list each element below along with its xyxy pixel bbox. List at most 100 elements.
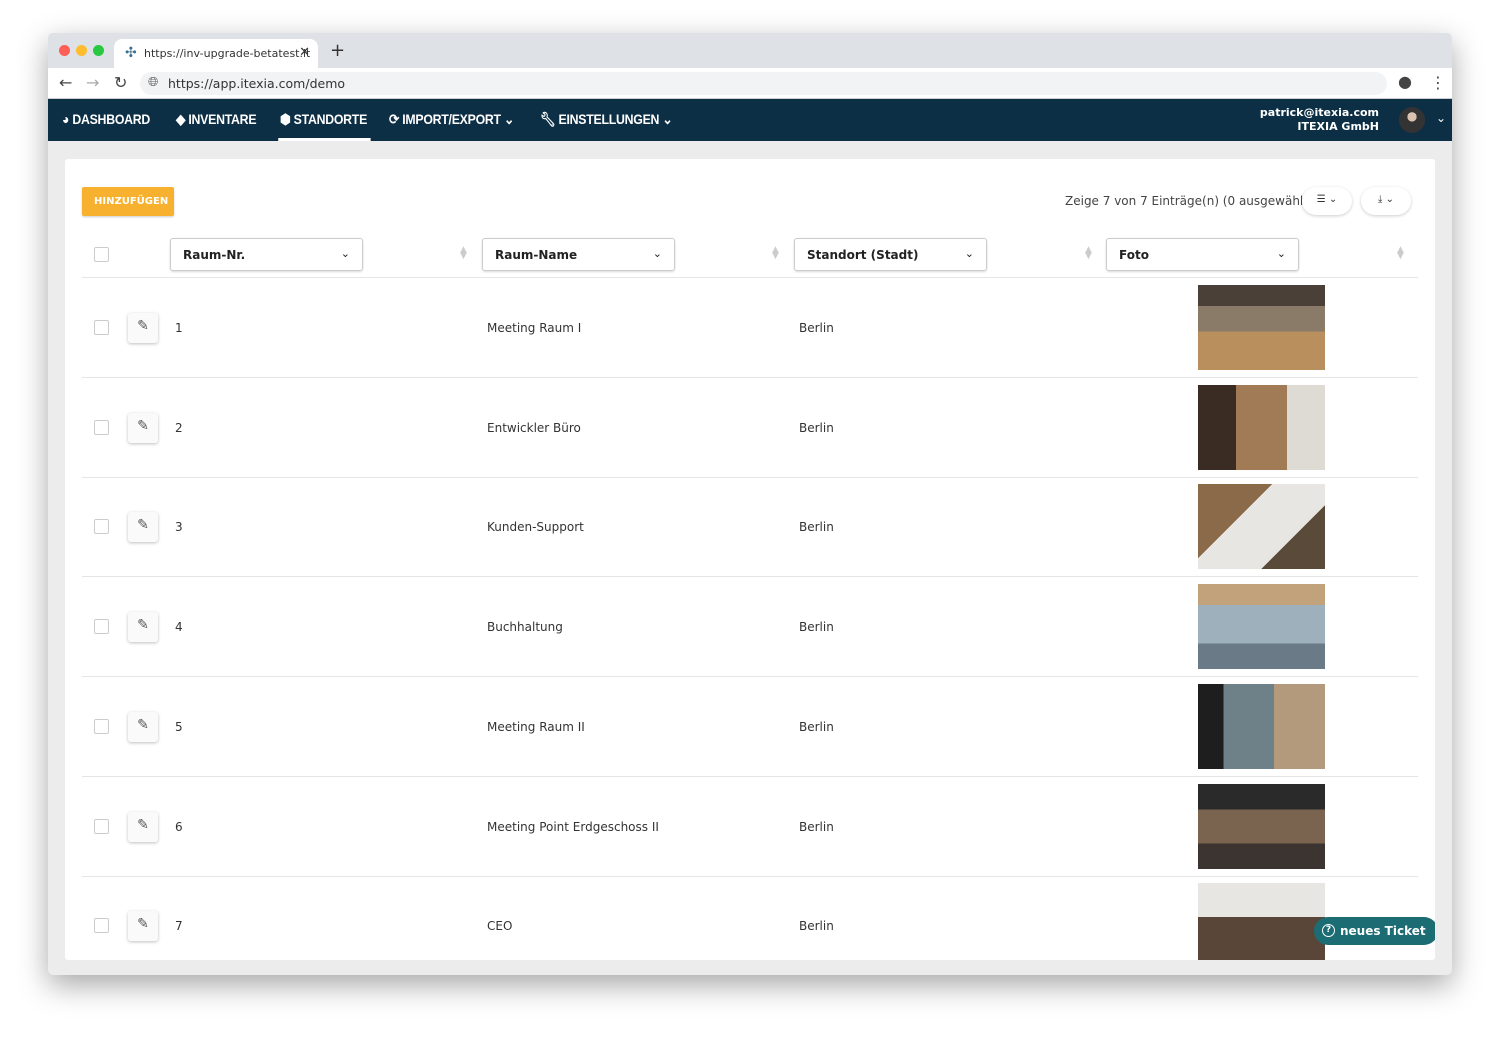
url-text: https://app.itexia.com/demo [168, 76, 346, 91]
room-number: 2 [175, 420, 183, 435]
row-checkbox[interactable] [94, 718, 109, 734]
room-name: Meeting Raum II [487, 719, 585, 734]
row-checkbox[interactable] [94, 918, 109, 934]
select-all-checkbox[interactable] [94, 247, 109, 262]
filter-foto[interactable]: Foto ⌄ [1106, 238, 1299, 271]
edit-button[interactable]: ✎ [128, 811, 158, 842]
avatar[interactable] [1399, 107, 1425, 133]
row-checkbox[interactable] [94, 419, 109, 435]
chevron-down-icon: ⌄ [659, 111, 673, 127]
room-number: 5 [175, 719, 183, 734]
help-icon: ? [1322, 924, 1335, 937]
room-photo[interactable] [1198, 783, 1325, 869]
room-photo[interactable] [1198, 384, 1325, 470]
room-name: Entwickler Büro [487, 420, 581, 435]
maximize-window-button[interactable] [93, 45, 104, 56]
city: Berlin [799, 719, 834, 734]
chevron-down-icon: ⌄ [340, 247, 350, 260]
room-number: 7 [175, 919, 183, 934]
nav-label: STANDORTE [293, 111, 368, 127]
room-photo[interactable] [1198, 883, 1325, 960]
edit-button[interactable]: ✎ [128, 711, 158, 742]
menu-icon[interactable]: ⋮ [1430, 73, 1446, 92]
filter-raum-nr[interactable]: Raum-Nr. ⌄ [170, 238, 363, 271]
row-checkbox[interactable] [94, 519, 109, 535]
room-photo[interactable] [1198, 584, 1325, 670]
nav-standorte[interactable]: ⬢ STANDORTE [278, 111, 371, 141]
pencil-icon: ✎ [137, 716, 149, 733]
pencil-icon: ✎ [137, 617, 149, 634]
table-row: ✎ 4 Buchhaltung Berlin [65, 577, 1435, 678]
cube-icon: ⬢ [280, 111, 294, 127]
close-window-button[interactable] [59, 45, 70, 56]
favicon-icon: ✣ [125, 45, 137, 61]
new-tab-button[interactable]: + [330, 40, 345, 61]
filter-raum-name[interactable]: Raum-Name ⌄ [482, 238, 675, 271]
user-email: patrick@itexia.com [1259, 106, 1379, 119]
nav-label: EINSTELLUNGEN [558, 111, 660, 127]
column-toggle-button[interactable]: ☰ ⌄ [1302, 187, 1352, 215]
city: Berlin [799, 919, 834, 934]
edit-button[interactable]: ✎ [128, 512, 158, 543]
back-icon[interactable]: ← [59, 73, 72, 92]
room-name: CEO [487, 919, 513, 934]
edit-button[interactable]: ✎ [128, 911, 158, 942]
sort-icon[interactable]: ▲ ▼ [772, 246, 779, 261]
add-button[interactable]: HINZUFÜGEN [82, 187, 174, 216]
filter-standort[interactable]: Standort (Stadt) ⌄ [794, 238, 987, 271]
edit-button[interactable]: ✎ [128, 412, 158, 443]
column-label: Standort (Stadt) [807, 248, 919, 262]
sort-icon[interactable]: ▲ ▼ [460, 246, 467, 261]
row-checkbox[interactable] [94, 619, 109, 635]
main-nav: ◕ DASHBOARD ◆ INVENTARE ⬢ STANDORTE ⟳ IM… [48, 99, 1452, 141]
room-number: 3 [175, 520, 183, 535]
url-input[interactable]: 🌐︎ https://app.itexia.com/demo [140, 72, 1387, 95]
sort-icon[interactable]: ▲ ▼ [1397, 246, 1404, 261]
room-photo[interactable] [1198, 285, 1325, 370]
chevron-down-icon: ⌄ [500, 111, 515, 127]
table-row: ✎ 1 Meeting Raum I Berlin [65, 278, 1435, 378]
profile-icon[interactable]: ● [1398, 72, 1412, 91]
pencil-icon: ✎ [137, 816, 149, 833]
edit-button[interactable]: ✎ [128, 612, 158, 643]
pencil-icon: ✎ [137, 517, 149, 534]
wrench-icon: 🔧︎ [540, 111, 559, 127]
minimize-window-button[interactable] [76, 45, 87, 56]
city: Berlin [799, 321, 834, 335]
browser-tab[interactable]: ✣ https://inv-upgrade-betatest.it ✕ [114, 39, 318, 68]
user-info[interactable]: patrick@itexia.com ITEXIA GmbH [1260, 106, 1379, 134]
chevron-down-icon[interactable]: ⌄ [1436, 111, 1446, 125]
new-ticket-button[interactable]: ? neues Ticket [1314, 917, 1435, 945]
ticket-label: neues Ticket [1340, 924, 1426, 938]
table-row: ✎ 7 CEO Berlin [65, 876, 1435, 960]
table-row: ✎ 6 Meeting Point Erdgeschoss II Berlin [65, 777, 1435, 877]
nav-einstellungen[interactable]: 🔧︎ EINSTELLUNGEN ⌄ [540, 111, 673, 128]
close-tab-icon[interactable]: ✕ [299, 45, 310, 60]
nav-label: DASHBOARD [72, 111, 151, 127]
sort-icon[interactable]: ▲ ▼ [1085, 246, 1092, 261]
reload-icon[interactable]: ↻ [114, 73, 127, 92]
globe-icon: 🌐︎ [148, 75, 159, 90]
nav-import-export[interactable]: ⟳ IMPORT/EXPORT ⌄ [389, 111, 514, 128]
nav-dashboard[interactable]: ◕ DASHBOARD [62, 111, 150, 127]
city: Berlin [799, 420, 834, 435]
city: Berlin [799, 620, 834, 635]
pencil-icon: ✎ [137, 417, 149, 434]
chevron-down-icon: ⌄ [652, 247, 662, 260]
forward-icon[interactable]: → [86, 73, 99, 92]
nav-label: INVENTARE [188, 111, 257, 127]
address-bar: ← → ↻ 🌐︎ https://app.itexia.com/demo ● ⋮ [48, 68, 1452, 99]
export-button[interactable]: ⤓ ⌄ [1361, 187, 1411, 215]
room-photo[interactable] [1198, 683, 1325, 769]
edit-button[interactable]: ✎ [128, 313, 158, 343]
tag-icon: ◆ [176, 111, 189, 127]
row-checkbox[interactable] [94, 320, 109, 335]
table-row: ✎ 3 Kunden-Support Berlin [65, 477, 1435, 578]
room-photo[interactable] [1198, 484, 1325, 570]
nav-inventare[interactable]: ◆ INVENTARE [176, 111, 257, 128]
row-checkbox[interactable] [94, 818, 109, 834]
locations-table-card: HINZUFÜGEN Zeige 7 von 7 Einträge(n) (0 … [65, 159, 1435, 960]
browser-window: ✣ https://inv-upgrade-betatest.it ✕ + ← … [48, 33, 1452, 975]
column-label: Raum-Nr. [183, 248, 246, 262]
tab-title: https://inv-upgrade-betatest.it [144, 47, 311, 60]
